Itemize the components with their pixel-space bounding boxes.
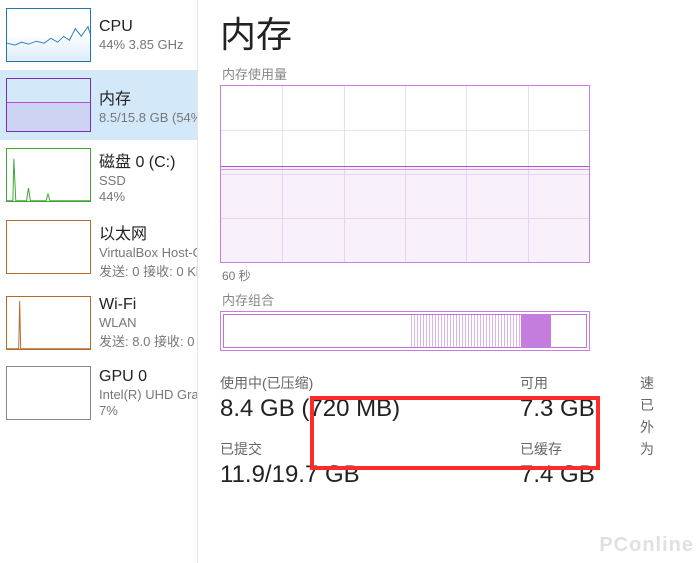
memory-thumbnail-chart [6, 78, 91, 132]
wifi-thumbnail-chart [6, 296, 91, 350]
comp-seg-standby [521, 314, 551, 348]
stat-side1: 速 已 外 [640, 373, 700, 437]
gpu-thumbnail-chart [6, 366, 91, 420]
ethernet-thumbnail-chart [6, 220, 91, 274]
stat-available-value: 7.3 GB [520, 395, 640, 423]
stat-inuse-label: 使用中(已压缩) [220, 373, 520, 393]
composition-chart-label: 内存组合 [222, 290, 700, 309]
wifi-net: 发送: 8.0 接收: 0 Kbps [99, 331, 198, 350]
stat-cached: 已缓存 7.4 GB [520, 439, 640, 489]
stat-available-label: 可用 [520, 373, 640, 393]
disk-sub1: SSD [99, 173, 175, 188]
page-title: 内存 [220, 6, 700, 58]
task-manager-performance: CPU 44% 3.85 GHz 内存 8.5/15.8 GB (54%) 磁盘… [0, 0, 700, 563]
stat-inuse-value: 8.4 GB (720 MB) [220, 395, 520, 423]
sidebar-item-disk[interactable]: 磁盘 0 (C:) SSD 44% [0, 140, 197, 212]
stat-inuse: 使用中(已压缩) 8.4 GB (720 MB) [220, 373, 520, 437]
cpu-label: CPU [99, 18, 184, 36]
ethernet-label: 以太网 [99, 220, 198, 244]
cpu-sub: 44% 3.85 GHz [99, 37, 184, 52]
memory-usage-chart [220, 85, 590, 263]
disk-thumbnail-chart [6, 148, 91, 202]
sidebar-item-wifi[interactable]: Wi-Fi WLAN 发送: 8.0 接收: 0 Kbps [0, 288, 197, 358]
sidebar-item-cpu[interactable]: CPU 44% 3.85 GHz [0, 0, 197, 70]
disk-sub2: 44% [99, 189, 175, 204]
memory-composition-chart [220, 311, 590, 351]
performance-sidebar: CPU 44% 3.85 GHz 内存 8.5/15.8 GB (54%) 磁盘… [0, 0, 198, 563]
gpu-sub2: 7% [99, 403, 198, 418]
stat-available: 可用 7.3 GB [520, 373, 640, 437]
cpu-thumbnail-chart [6, 8, 91, 62]
memory-stats-grid: 使用中(已压缩) 8.4 GB (720 MB) 可用 7.3 GB 速 已 外… [220, 373, 700, 489]
stat-committed: 已提交 11.9/19.7 GB [220, 439, 520, 489]
usage-chart-xaxis: 60 秒 [222, 267, 700, 284]
memory-detail-panel: 内存 内存使用量 60 秒 内存组合 使用中(已压缩) 8.4 GB (720 [198, 0, 700, 563]
wifi-label: Wi-Fi [99, 296, 198, 314]
ethernet-net: 发送: 0 接收: 0 Kbps [99, 261, 198, 280]
stat-cached-value: 7.4 GB [520, 461, 640, 489]
sidebar-item-memory[interactable]: 内存 8.5/15.8 GB (54%) [0, 70, 197, 140]
stat-cached-label: 已缓存 [520, 439, 640, 459]
stat-committed-value: 11.9/19.7 GB [220, 461, 520, 489]
sidebar-item-ethernet[interactable]: 以太网 VirtualBox Host-Only . 发送: 0 接收: 0 K… [0, 212, 197, 288]
stat-side2: 为 [640, 439, 700, 489]
ethernet-sub: VirtualBox Host-Only . [99, 245, 198, 260]
memory-sub: 8.5/15.8 GB (54%) [99, 110, 198, 125]
sidebar-item-gpu[interactable]: GPU 0 Intel(R) UHD Graphics 7% [0, 358, 197, 428]
comp-seg-inuse [223, 314, 411, 348]
usage-chart-label: 内存使用量 [222, 64, 700, 83]
wifi-sub: WLAN [99, 315, 198, 330]
comp-seg-modified [411, 314, 521, 348]
gpu-sub1: Intel(R) UHD Graphics [99, 387, 198, 402]
memory-label: 内存 [99, 85, 198, 109]
stat-committed-label: 已提交 [220, 439, 520, 459]
disk-label: 磁盘 0 (C:) [99, 148, 175, 172]
comp-seg-free [551, 314, 587, 348]
gpu-label: GPU 0 [99, 368, 198, 386]
